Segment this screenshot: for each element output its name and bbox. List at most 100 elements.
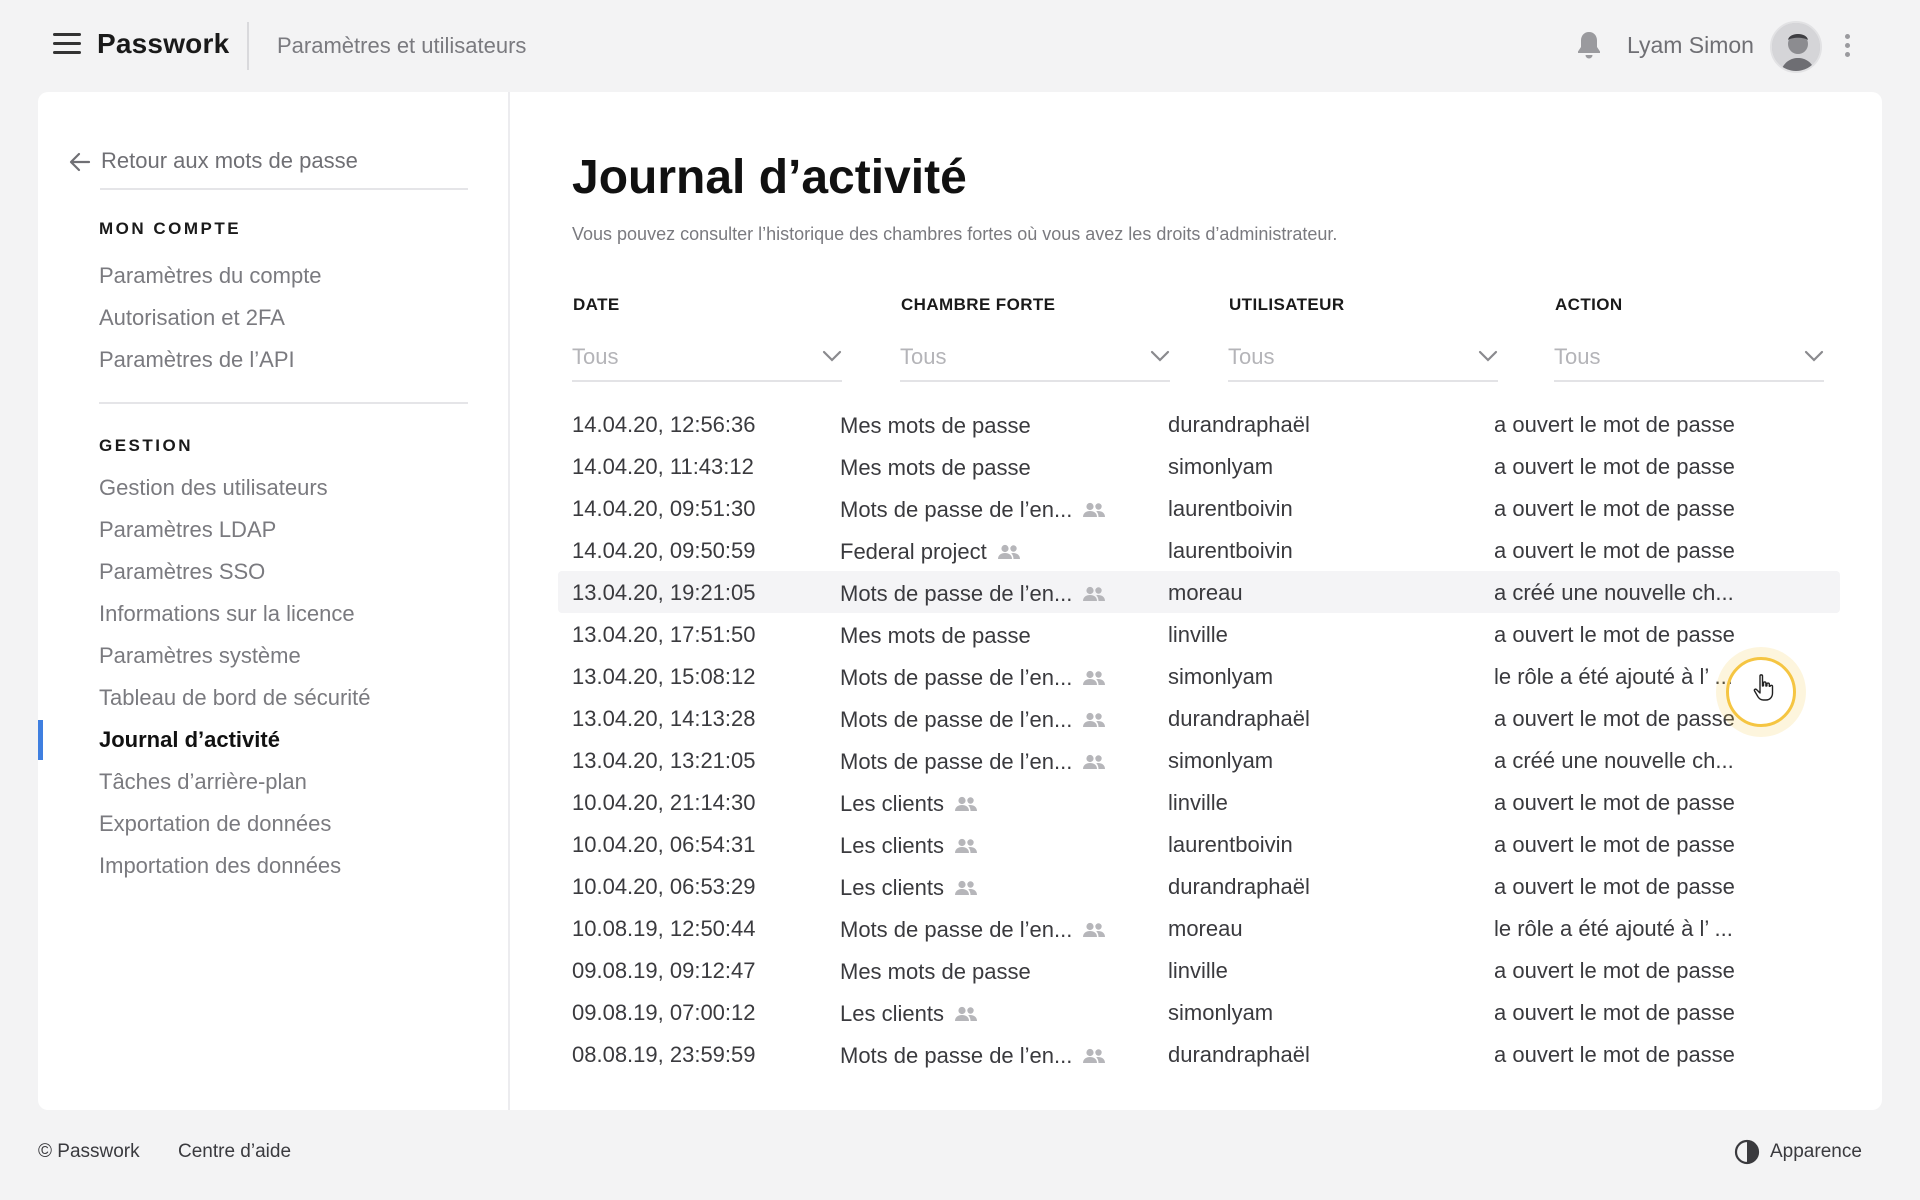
cell-vault: Les clients <box>840 1000 1120 1027</box>
filter-value: Tous <box>1228 344 1275 369</box>
cell-action: a ouvert le mot de passe <box>1494 496 1735 521</box>
cell-user: durandraphaël <box>1168 412 1310 437</box>
table-row[interactable]: 13.04.20, 15:08:12 Mots de passe de l’en.… <box>558 655 1840 697</box>
group-icon <box>1083 923 1106 938</box>
sidebar-item-security-dashboard[interactable]: Tableau de bord de sécurité <box>99 685 371 711</box>
vault-name: Les clients <box>840 875 944 901</box>
table-row[interactable]: 10.04.20, 21:14:30 Les clients linville a o… <box>558 781 1840 823</box>
table-row[interactable]: 10.04.20, 06:53:29 Les clients durandrapha… <box>558 865 1840 907</box>
hand-cursor-icon <box>1753 674 1774 701</box>
sidebar-item-license[interactable]: Informations sur la licence <box>99 601 355 627</box>
table-row[interactable]: 14.04.20, 11:43:12 Mes mots de passe simon… <box>558 445 1840 487</box>
cell-vault: Mes mots de passe <box>840 622 1120 649</box>
cell-vault: Mots de passe de l’en... <box>840 580 1120 607</box>
group-icon <box>954 1007 977 1022</box>
cell-date: 14.04.20, 09:50:59 <box>572 538 756 563</box>
cell-date: 09.08.19, 07:00:12 <box>572 1000 756 1025</box>
brand-logo[interactable]: Passwork <box>97 28 229 60</box>
cell-action: a ouvert le mot de passe <box>1494 1000 1735 1025</box>
cell-user: simonlyam <box>1168 1000 1274 1025</box>
group-icon <box>954 797 977 812</box>
cell-date: 10.04.20, 21:14:30 <box>572 790 756 815</box>
table-row[interactable]: 14.04.20, 09:51:30 Mots de passe de l’en.… <box>558 487 1840 529</box>
table-row[interactable]: 14.04.20, 09:50:59 Federal project laurent… <box>558 529 1840 571</box>
filter-user-select[interactable]: Tous <box>1228 328 1498 382</box>
vault-name: Les clients <box>840 1001 944 1027</box>
vault-name: Les clients <box>840 833 944 859</box>
filter-value: Tous <box>572 344 619 369</box>
sidebar-item-sso[interactable]: Paramètres SSO <box>99 559 265 585</box>
avatar[interactable] <box>1770 21 1822 73</box>
sidebar-item-export[interactable]: Exportation de données <box>99 811 331 837</box>
cell-date: 14.04.20, 09:51:30 <box>572 496 756 521</box>
sidebar-item-account-settings[interactable]: Paramètres du compte <box>99 263 322 289</box>
divider <box>100 188 468 190</box>
filter-vault-select[interactable]: Tous <box>900 328 1170 382</box>
active-indicator <box>38 720 43 760</box>
sidebar-item-background-tasks[interactable]: Tâches d’arrière-plan <box>99 769 307 795</box>
vault-name: Mes mots de passe <box>840 623 1031 649</box>
sidebar-item-users[interactable]: Gestion des utilisateurs <box>99 475 328 501</box>
cell-user: simonlyam <box>1168 664 1274 689</box>
breadcrumb: Paramètres et utilisateurs <box>277 33 527 58</box>
table-row[interactable]: 13.04.20, 14:13:28 Mots de passe de l’en.… <box>558 697 1840 739</box>
cell-vault: Les clients <box>840 874 1120 901</box>
cell-vault: Mots de passe de l’en... <box>840 706 1120 733</box>
cell-vault: Mots de passe de l’en... <box>840 916 1120 943</box>
cell-action: a ouvert le mot de passe <box>1494 958 1735 983</box>
footer-copyright: © Passwork <box>38 1141 140 1162</box>
vault-name: Mots de passe de l’en... <box>840 665 1073 691</box>
table-row[interactable]: 10.08.19, 12:50:44 Mots de passe de l’en.… <box>558 907 1840 949</box>
cell-action: a ouvert le mot de passe <box>1494 706 1735 731</box>
top-bar: Passwork Paramètres et utilisateurs Lyam… <box>0 0 1920 92</box>
table-row[interactable]: 13.04.20, 17:51:50 Mes mots de passe linvi… <box>558 613 1840 655</box>
sidebar-item-api[interactable]: Paramètres de l’API <box>99 347 295 373</box>
cell-vault: Mots de passe de l’en... <box>840 748 1120 775</box>
arrow-left-icon <box>69 152 91 172</box>
cell-date: 10.04.20, 06:53:29 <box>572 874 756 899</box>
settings-card: Retour aux mots de passe MON COMPTE Para… <box>38 92 1882 1110</box>
table-row[interactable]: 10.04.20, 06:54:31 Les clients laurentboiv… <box>558 823 1840 865</box>
sidebar-item-2fa[interactable]: Autorisation et 2FA <box>99 305 285 331</box>
more-vertical-icon[interactable] <box>1840 32 1854 60</box>
chevron-down-icon <box>1150 350 1170 362</box>
user-name[interactable]: Lyam Simon <box>1627 32 1754 59</box>
back-to-passwords-link[interactable]: Retour aux mots de passe <box>68 146 468 190</box>
page-subtitle: Vous pouvez consulter l’historique des c… <box>572 224 1338 244</box>
filter-date-select[interactable]: Tous <box>572 328 842 382</box>
column-header-date: DATE <box>573 295 620 314</box>
cell-user: laurentboivin <box>1168 496 1293 521</box>
table-row[interactable]: 08.08.19, 23:59:59 Mots de passe de l’en.… <box>558 1033 1840 1075</box>
cell-date: 10.04.20, 06:54:31 <box>572 832 756 857</box>
vault-name: Mots de passe de l’en... <box>840 707 1073 733</box>
table-row[interactable]: 09.08.19, 07:00:12 Les clients simonlyam a … <box>558 991 1840 1033</box>
table-row[interactable]: 09.08.19, 09:12:47 Mes mots de passe linvi… <box>558 949 1840 991</box>
table-row[interactable]: 13.04.20, 13:21:05 Mots de passe de l’en.… <box>558 739 1840 781</box>
sidebar-item-ldap[interactable]: Paramètres LDAP <box>99 517 276 543</box>
vault-name: Mes mots de passe <box>840 455 1031 481</box>
cell-user: linville <box>1168 622 1228 647</box>
cell-vault: Mots de passe de l’en... <box>840 664 1120 691</box>
table-row[interactable]: 13.04.20, 19:21:05 Mots de passe de l’en.… <box>558 571 1840 613</box>
cell-date: 14.04.20, 12:56:36 <box>572 412 756 437</box>
cell-date: 13.04.20, 13:21:05 <box>572 748 756 773</box>
cell-user: durandraphaël <box>1168 874 1310 899</box>
group-icon <box>1083 671 1106 686</box>
appearance-label: Apparence <box>1770 1141 1862 1162</box>
vault-name: Mots de passe de l’en... <box>840 749 1073 775</box>
cell-vault: Federal project <box>840 538 1120 565</box>
sidebar-item-activity-log[interactable]: Journal d’activité <box>99 727 280 753</box>
sidebar-item-import[interactable]: Importation des données <box>99 853 341 879</box>
menu-icon[interactable] <box>53 33 81 55</box>
cell-user: durandraphaël <box>1168 706 1310 731</box>
cell-vault: Mots de passe de l’en... <box>840 496 1120 523</box>
filter-action-select[interactable]: Tous <box>1554 328 1824 382</box>
bell-icon[interactable] <box>1576 30 1602 60</box>
table-row[interactable]: 14.04.20, 12:56:36 Mes mots de passe duran… <box>558 403 1840 445</box>
cell-user: moreau <box>1168 580 1243 605</box>
sidebar-item-system[interactable]: Paramètres système <box>99 643 301 669</box>
back-label: Retour aux mots de passe <box>101 148 358 173</box>
group-icon <box>1083 713 1106 728</box>
help-center-link[interactable]: Centre d’aide <box>178 1141 291 1163</box>
chevron-down-icon <box>822 350 842 362</box>
